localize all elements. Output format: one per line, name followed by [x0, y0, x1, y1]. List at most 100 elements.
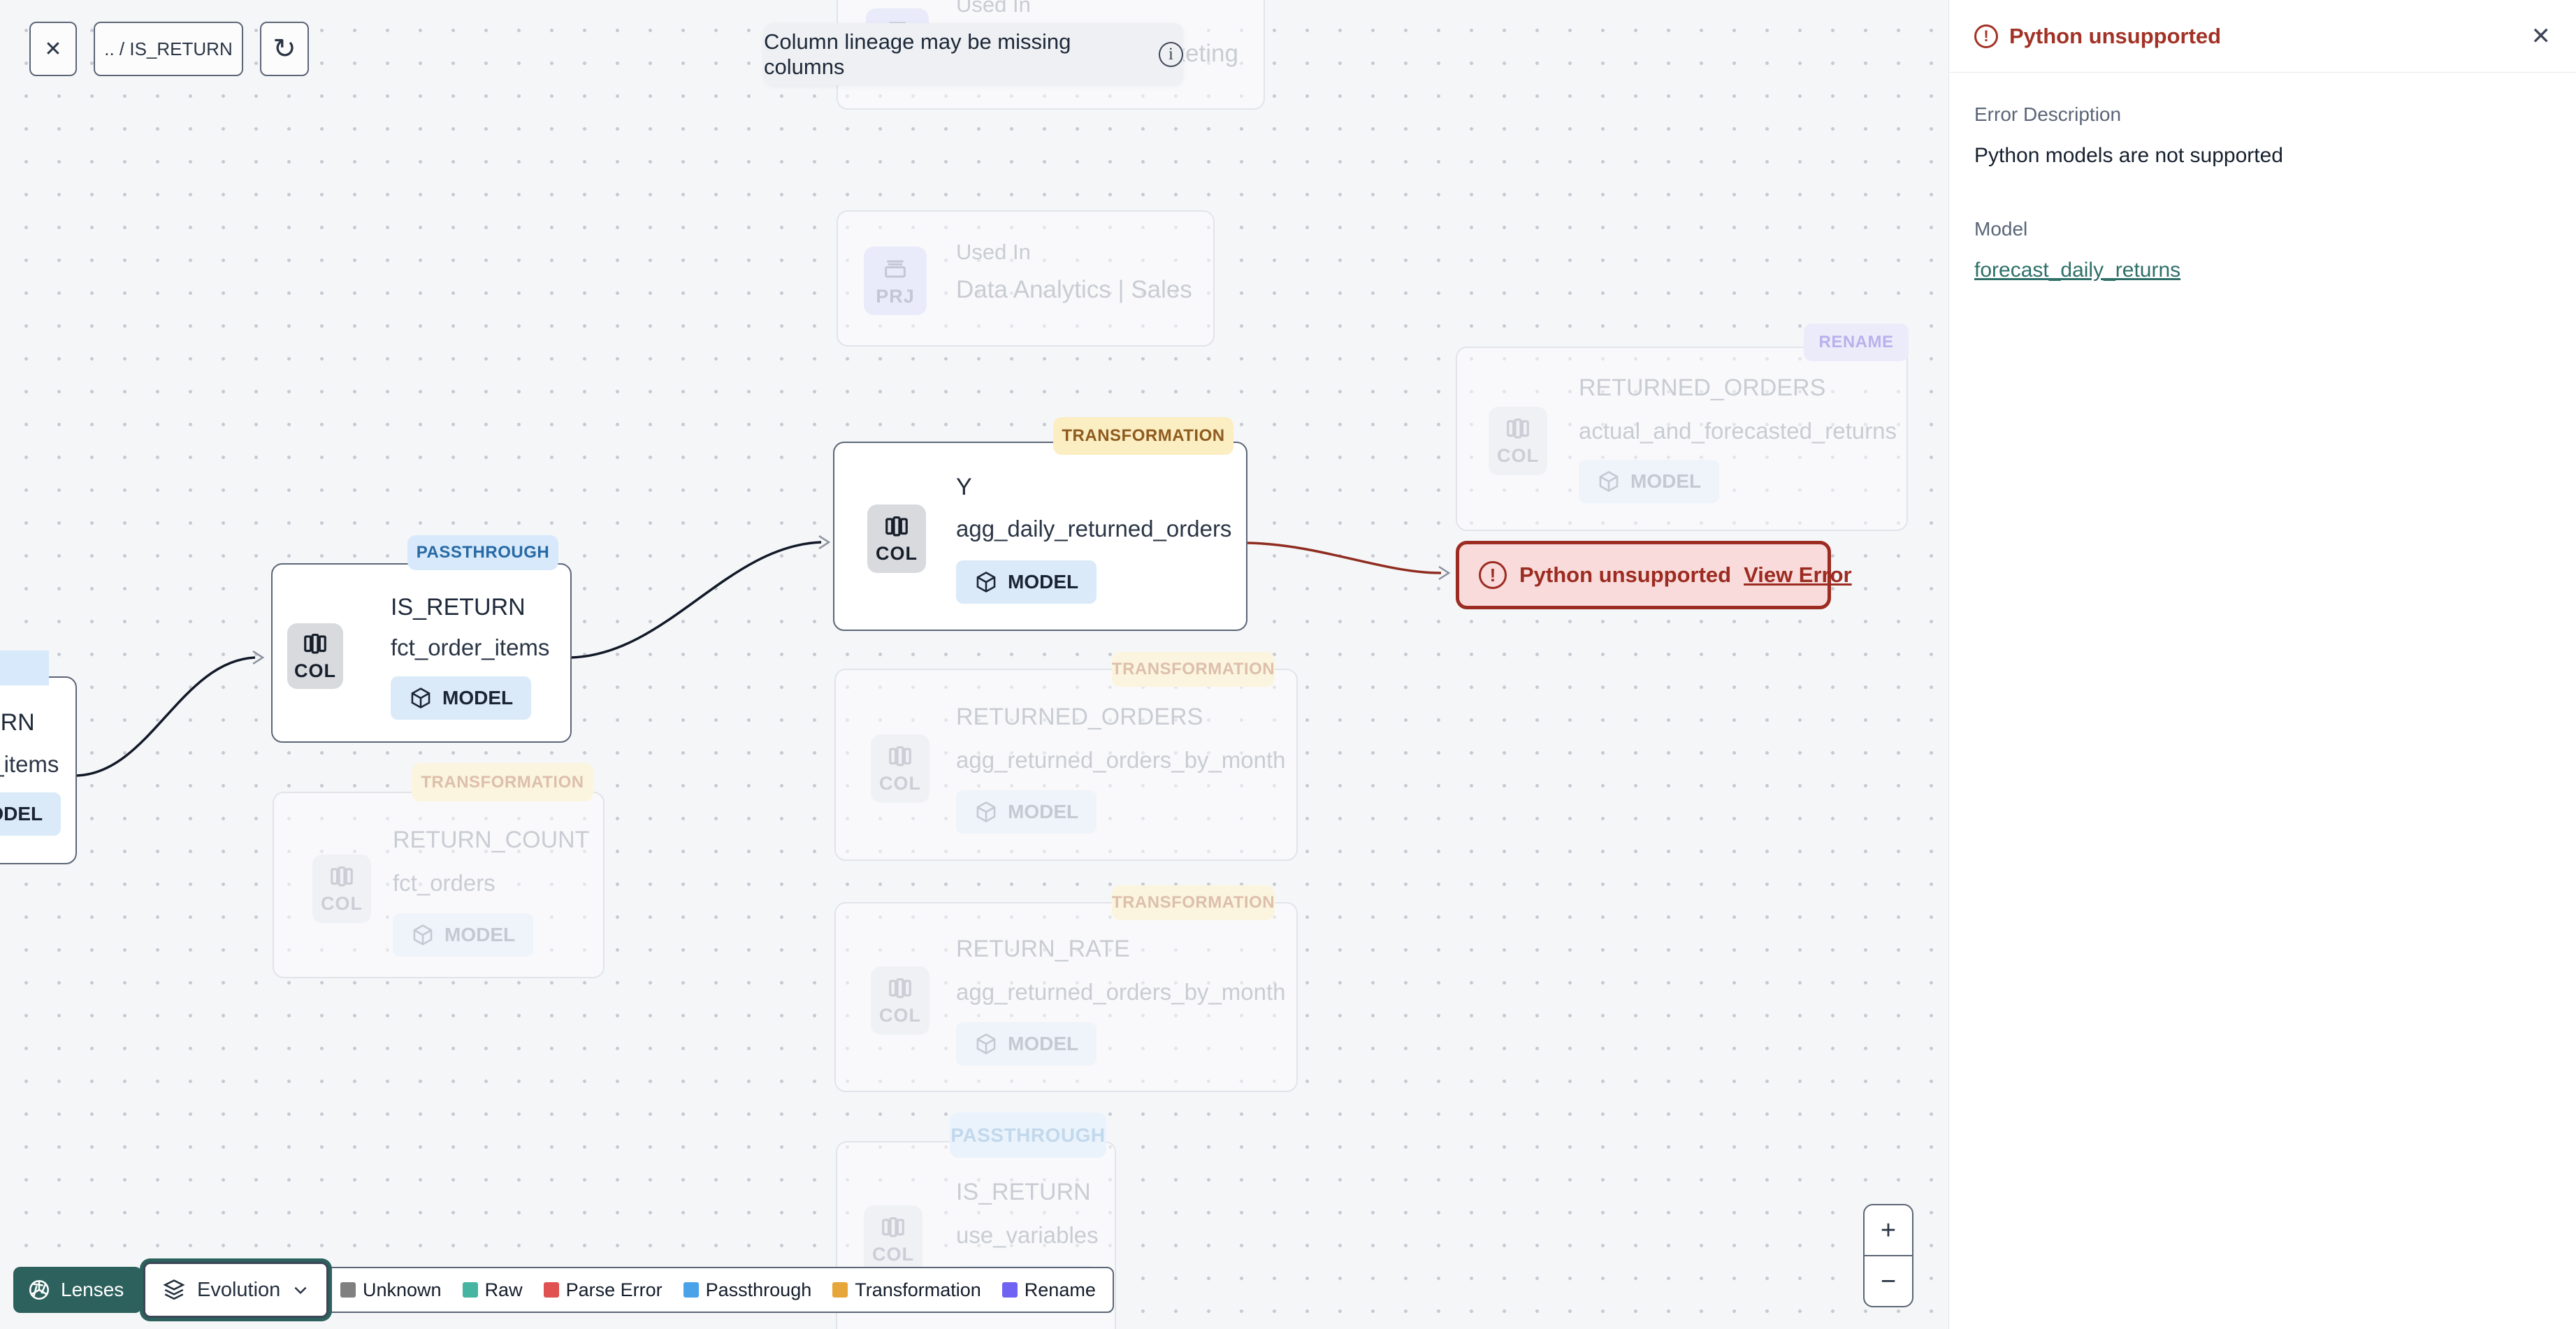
model-chip-label: MODEL	[1630, 470, 1702, 492]
error-description-text: Python models are not supported	[1974, 144, 2283, 167]
node-subtitle: actual_and_forecasted_returns	[1579, 418, 1897, 444]
node-subtitle: agg_returned_orders_by_month	[956, 979, 1286, 1005]
node-title: IS_RETURN	[391, 594, 526, 620]
refresh-icon: ↻	[273, 34, 296, 64]
lens-mode-value: Evolution	[197, 1278, 281, 1301]
node-return-count[interactable]: TRANSFORMATION COL RETURN_COUNT fct_orde…	[273, 763, 605, 978]
node-subtitle: agg_returned_orders_by_month	[956, 747, 1286, 773]
legend-item: Parse Error	[543, 1279, 663, 1301]
column-chip: COL	[867, 504, 926, 573]
legend-item: Raw	[462, 1279, 523, 1301]
node-badge-transformation: TRANSFORMATION	[1112, 652, 1275, 687]
warning-icon: !	[1479, 561, 1507, 589]
close-lineage-button[interactable]: ✕	[29, 22, 77, 76]
node-subtitle: agg_daily_returned_orders	[956, 516, 1232, 542]
info-icon[interactable]: i	[1158, 41, 1183, 67]
node-used-in-sales[interactable]: PRJ Used In Data Analytics | Sales	[837, 210, 1215, 347]
chip-label: COL	[294, 660, 336, 681]
model-chip[interactable]: MODEL	[956, 560, 1097, 604]
lenses-aperture-icon	[29, 1279, 50, 1300]
lens-mode-dropdown[interactable]: Evolution	[143, 1262, 329, 1318]
node-subtitle: fct_orders	[393, 870, 495, 896]
model-chip-label: MODEL	[0, 803, 43, 825]
node-badge-transformation: TRANSFORMATION	[1053, 417, 1233, 455]
model-cube-icon	[1599, 471, 1619, 492]
column-chip: COL	[871, 966, 929, 1035]
close-icon: ✕	[44, 37, 62, 61]
node-title: IS_RETURN	[0, 709, 35, 736]
legend-swatch-icon	[462, 1282, 478, 1298]
node-subtitle: use_variables	[956, 1222, 1099, 1248]
panel-header: ! Python unsupported ✕	[1949, 0, 2576, 73]
node-agg-daily-returned-orders[interactable]: TRANSFORMATION COL Y agg_daily_returned_…	[833, 417, 1247, 631]
node-return-rate[interactable]: TRANSFORMATION COL RETURN_RATE agg_retur…	[834, 885, 1298, 1092]
legend-label: Transformation	[855, 1279, 981, 1300]
node-subtitle: Data Analytics | Sales	[956, 276, 1192, 303]
model-chip: MODEL	[956, 1022, 1097, 1066]
lenses-label: Lenses	[61, 1279, 124, 1300]
model-chip-label: MODEL	[1008, 1033, 1079, 1054]
model-cube-icon	[413, 924, 433, 945]
breadcrumb-label: .. / IS_RETURN	[104, 38, 233, 59]
model-cube-icon	[976, 572, 996, 593]
node-returned-orders-rename[interactable]: RENAME COL RETURNED_ORDERS actual_and_fo…	[1456, 324, 1909, 531]
refresh-button[interactable]: ↻	[260, 22, 309, 76]
legend-swatch-icon	[832, 1282, 848, 1298]
error-description-label: Error Description	[1974, 103, 2122, 125]
project-chip: PRJ	[864, 247, 927, 315]
model-link[interactable]: forecast_daily_returns	[1974, 259, 2180, 282]
column-chip: COL	[312, 855, 371, 923]
columns-icon	[889, 978, 911, 998]
model-cube-icon	[976, 1033, 996, 1054]
layers-icon	[163, 1279, 185, 1300]
model-label: Model	[1974, 218, 2028, 240]
column-chip: COL	[287, 623, 343, 689]
legend-label: Raw	[484, 1279, 523, 1300]
chip-label: COL	[879, 772, 921, 794]
zoom-controls: + −	[1863, 1204, 1913, 1307]
legend-swatch-icon	[683, 1282, 699, 1298]
model-chip: MODEL	[393, 913, 534, 957]
lineage-canvas[interactable]: PRJ Used In Data Analytics | Marketing P…	[0, 0, 1948, 1329]
node-subtitle: fct_order_items	[0, 751, 59, 777]
columns-icon	[885, 516, 908, 536]
node-badge-transformation: TRANSFORMATION	[412, 763, 593, 801]
model-chip: MODEL	[1579, 460, 1720, 503]
legend-label: Unknown	[363, 1279, 442, 1300]
model-chip: MODEL	[956, 790, 1097, 834]
error-details-panel: ! Python unsupported ✕ Error Description…	[1948, 0, 2576, 1329]
legend-item: Rename	[1001, 1279, 1096, 1301]
legend-label: Passthrough	[705, 1279, 812, 1300]
project-icon	[885, 260, 906, 277]
node-fct-order-items[interactable]: PASSTHROUGH COL IS_RETURN fct_order_item…	[271, 535, 572, 743]
model-cube-icon	[411, 688, 430, 709]
model-chip[interactable]: MODEL	[391, 676, 532, 720]
model-chip-label: MODEL	[444, 924, 516, 945]
breadcrumb[interactable]: .. / IS_RETURN	[94, 22, 243, 76]
lineage-warning-banner: Column lineage may be missing columns i	[764, 23, 1183, 85]
node-title: RETURNED_ORDERS	[1579, 375, 1826, 401]
arrowhead-icon	[818, 535, 831, 550]
column-chip: COL	[1489, 407, 1547, 475]
chevron-down-icon	[294, 1286, 307, 1295]
model-chip[interactable]: MODEL	[0, 792, 61, 836]
chip-label: PRJ	[876, 285, 915, 307]
node-left-partial[interactable]: IS_RETURN fct_order_items MODEL	[0, 676, 77, 864]
column-chip: COL	[871, 734, 929, 803]
zoom-in-button[interactable]: +	[1865, 1205, 1912, 1256]
node-error-python-unsupported[interactable]: ! Python unsupported View Error	[1456, 541, 1852, 609]
node-title: Used In	[956, 0, 1031, 17]
zoom-out-button[interactable]: −	[1865, 1256, 1912, 1306]
node-badge-rename: RENAME	[1804, 324, 1909, 361]
node-title: Used In	[956, 240, 1031, 264]
close-panel-icon[interactable]: ✕	[2531, 24, 2552, 48]
view-error-link[interactable]: View Error	[1744, 562, 1852, 588]
column-chip: COL	[864, 1205, 922, 1274]
model-cube-icon	[976, 801, 996, 822]
node-agg-returned-orders-by-month[interactable]: TRANSFORMATION COL RETURNED_ORDERS agg_r…	[834, 652, 1298, 861]
panel-title: Python unsupported	[2009, 23, 2222, 48]
node-badge-transformation: TRANSFORMATION	[1112, 885, 1275, 920]
arrowhead-icon	[1438, 565, 1451, 581]
lenses-button[interactable]: Lenses	[13, 1267, 143, 1313]
lineage-legend: Unknown Raw Parse Error Passthrough Transfor…	[322, 1267, 1114, 1313]
